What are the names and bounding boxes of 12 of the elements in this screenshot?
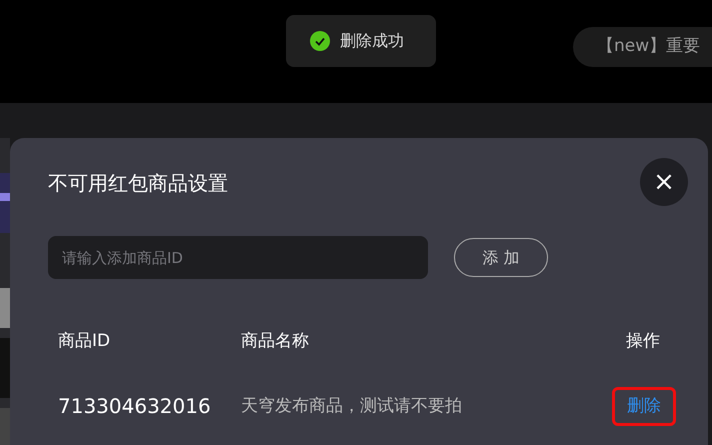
close-button[interactable]: × (640, 158, 688, 206)
toast-message: 删除成功 (340, 30, 404, 52)
product-name: 天穹发布商品，测试请不要拍 (241, 394, 463, 418)
input-field[interactable]: 请输入添加商品ID (48, 236, 428, 279)
column-header: 商品ID (58, 330, 112, 353)
dialog-title: 不可用红包商品设置 (48, 170, 228, 197)
notice-pill[interactable]: 【new】重要 (573, 27, 712, 67)
success-icon (310, 31, 330, 51)
product-id: 713304632016 (58, 393, 212, 420)
add-button[interactable]: 添 加 (454, 238, 548, 277)
column-header: 操作 (626, 330, 660, 353)
column-header: 商品名称 (241, 330, 310, 353)
